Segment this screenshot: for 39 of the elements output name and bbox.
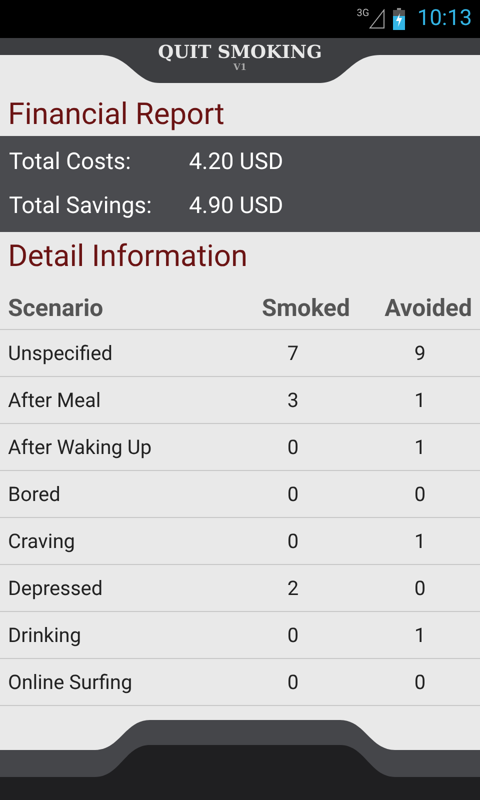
table-cell-text: 0 bbox=[413, 575, 427, 602]
summary-label: Total Costs: bbox=[9, 147, 132, 177]
table-cell-text: Depressed bbox=[7, 575, 104, 602]
version-label: V1 bbox=[233, 64, 247, 73]
column-header: Avoided bbox=[384, 292, 472, 324]
column-header: Scenario bbox=[7, 292, 104, 324]
table-cell-text: Craving bbox=[7, 528, 76, 555]
section-title: Detail Information bbox=[7, 238, 249, 276]
signal-icon bbox=[369, 9, 386, 29]
table-cell-text: After Waking Up bbox=[7, 434, 153, 461]
table-cell-text: 0 bbox=[286, 669, 300, 696]
battery-charging-icon bbox=[393, 8, 406, 30]
table-cell-text: 3 bbox=[286, 387, 300, 414]
table-cell-text: 7 bbox=[286, 340, 300, 367]
summary-value: 4.20 USD bbox=[189, 147, 284, 177]
table-cell-text: Unspecified bbox=[7, 340, 114, 367]
table-cell-text: 0 bbox=[286, 481, 300, 508]
section-title: Financial Report bbox=[7, 96, 226, 134]
table-cell-text: 0 bbox=[413, 481, 427, 508]
table-cell-text: 0 bbox=[286, 528, 300, 555]
table-cell-text: 0 bbox=[286, 622, 300, 649]
column-header: Smoked bbox=[260, 292, 350, 324]
table-cell-text: 9 bbox=[413, 340, 427, 367]
table-cell-text: Drinking bbox=[7, 622, 82, 649]
network-type: 3G bbox=[356, 9, 370, 19]
table-cell-text: 2 bbox=[286, 575, 300, 602]
table-cell-text: 1 bbox=[413, 622, 427, 649]
table-cell-text: 0 bbox=[286, 434, 300, 461]
summary-value: 4.90 USD bbox=[189, 191, 284, 221]
table-cell-text: Bored bbox=[7, 481, 62, 508]
app-title: QUIT SMOKING bbox=[158, 44, 322, 62]
summary-label: Total Savings: bbox=[9, 191, 153, 221]
clock: 10:13 bbox=[417, 8, 472, 30]
table-cell-text: 0 bbox=[413, 669, 427, 696]
table-cell-text: 1 bbox=[413, 528, 427, 555]
table-cell-text: Online Surfing bbox=[7, 669, 134, 696]
table-cell-text: 1 bbox=[413, 434, 427, 461]
table-cell-text: 1 bbox=[413, 387, 427, 414]
table-cell-text: After Meal bbox=[7, 387, 102, 414]
